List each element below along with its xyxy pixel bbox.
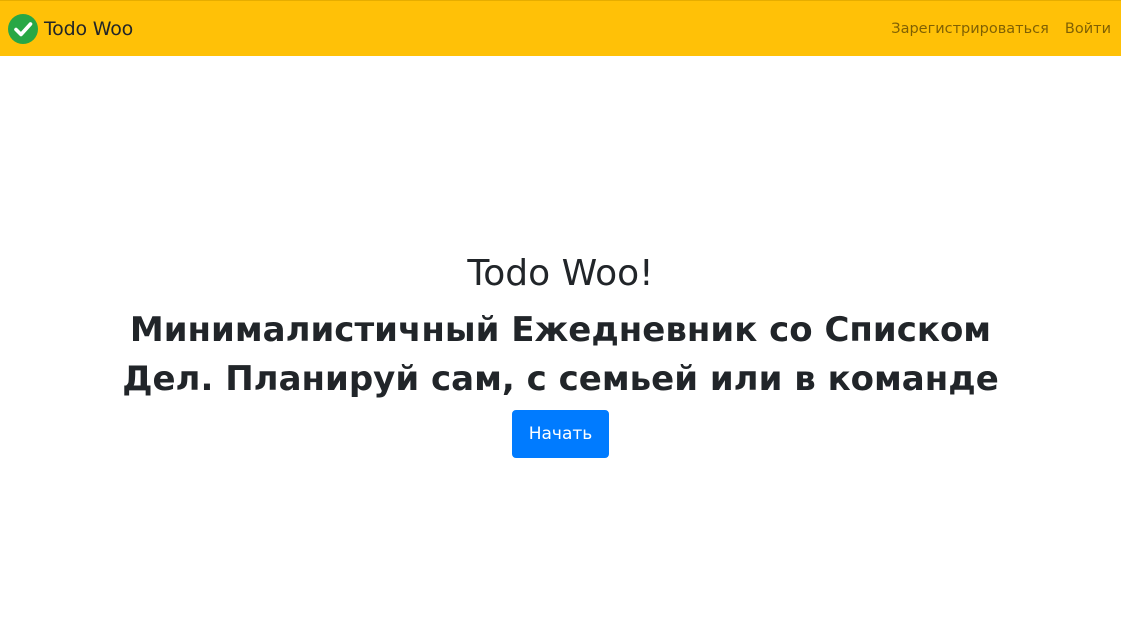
navbar: Todo Woo Зарегистрироваться Войти (0, 0, 1121, 56)
register-link[interactable]: Зарегистрироваться (891, 21, 1049, 37)
nav-links: Зарегистрироваться Войти (891, 21, 1113, 37)
brand-name: Todo Woo (44, 17, 134, 40)
hero-section: Todo Woo! Минималистичный Ежедневник со … (0, 252, 1121, 458)
brand-link[interactable]: Todo Woo (8, 13, 134, 44)
login-link[interactable]: Войти (1065, 21, 1111, 37)
hero-subtitle: Минималистичный Ежедневник со Списком Де… (122, 310, 999, 399)
check-circle-icon (8, 13, 38, 44)
hero-title: Todo Woo! (467, 253, 654, 294)
start-button[interactable]: Начать (511, 410, 610, 458)
